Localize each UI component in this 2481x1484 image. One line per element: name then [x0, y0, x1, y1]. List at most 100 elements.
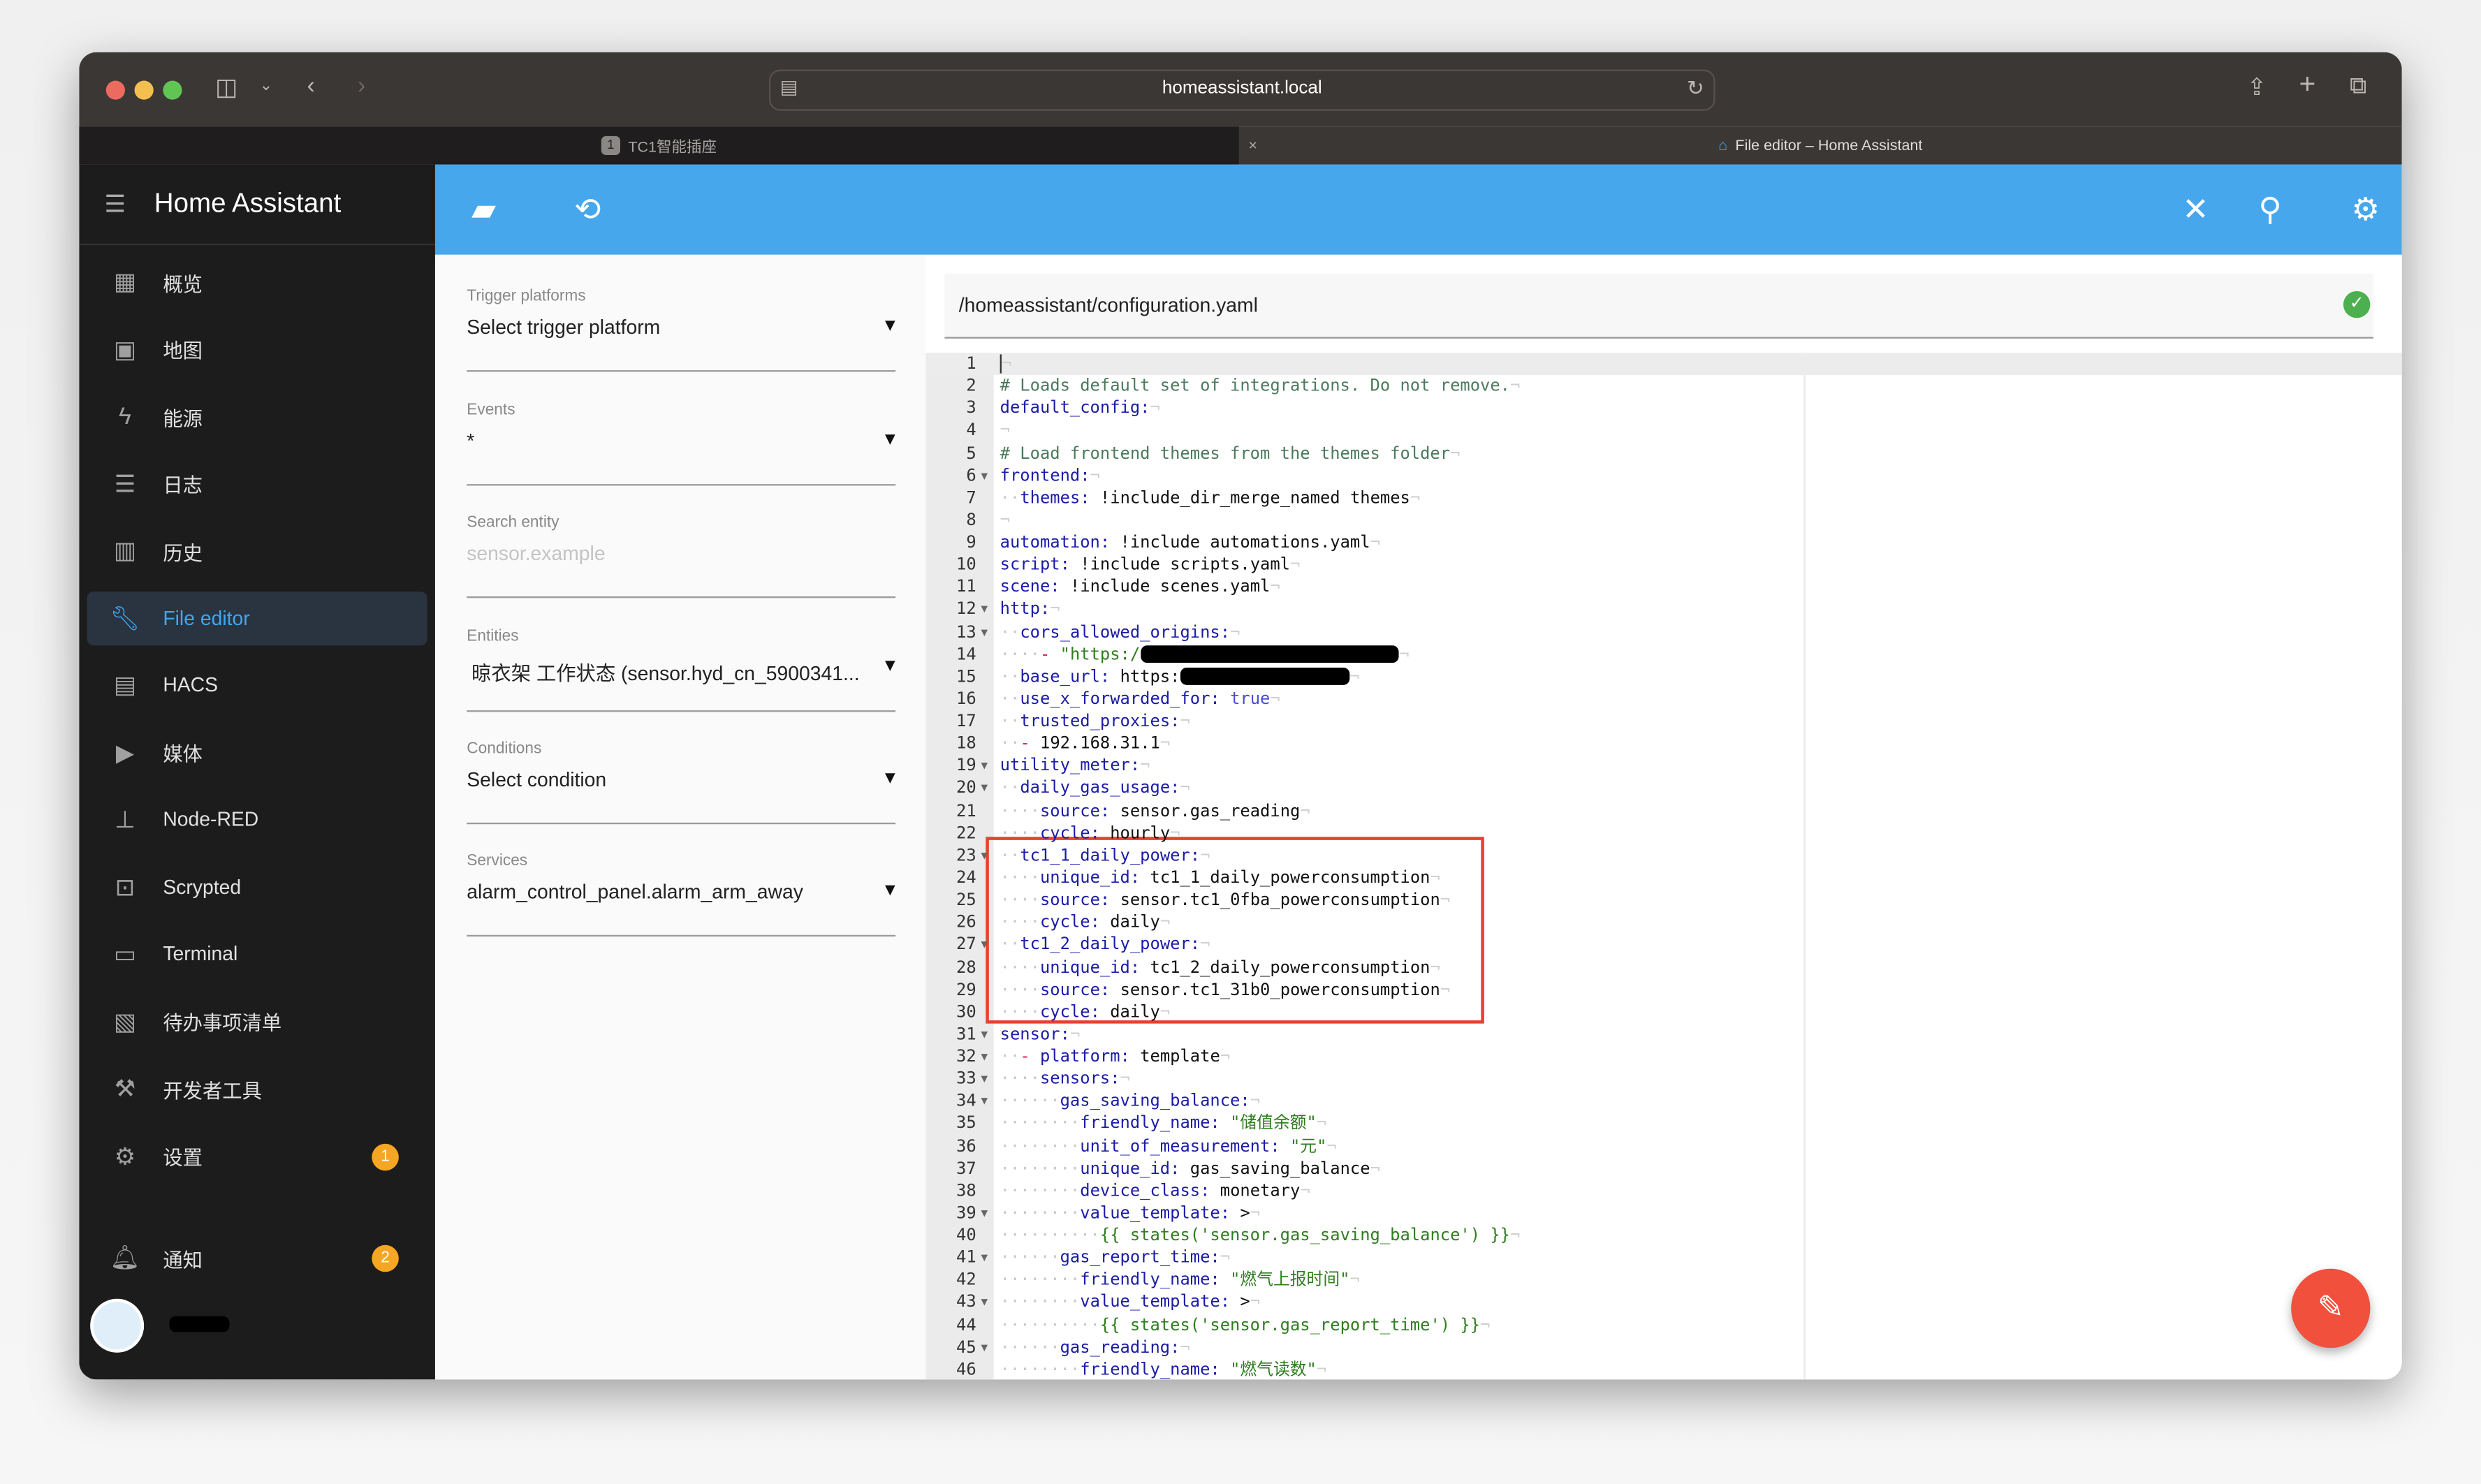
code-line[interactable]: 3 default_config:¬ — [925, 397, 2402, 420]
forward-icon[interactable]: › — [358, 73, 365, 100]
code-line[interactable]: 43 ▼ ········value_template: >¬ — [925, 1292, 2402, 1314]
sidebar-toggle-icon[interactable]: ◫ — [215, 73, 237, 101]
fold-arrow-icon[interactable]: ▼ — [981, 755, 988, 777]
fold-arrow-icon[interactable]: ▼ — [981, 598, 988, 621]
sidebar-item-5[interactable]: 🔧︎ File editor — [87, 591, 427, 645]
code-line[interactable]: 28 ····unique_id: tc1_2_daily_powerconsum… — [925, 956, 2402, 978]
code-line[interactable]: 13 ▼ ··cors_allowed_origins:¬ — [925, 621, 2402, 643]
trigger-platform-select[interactable]: Trigger platforms Select trigger platfor… — [467, 288, 899, 372]
tab-file-editor[interactable]: × ⌂ File editor – Home Assistant — [1239, 126, 2402, 164]
folder-icon[interactable]: ▰ — [471, 190, 496, 230]
edit-fab-button[interactable]: ✎ — [2291, 1268, 2371, 1349]
code-line[interactable]: 11 scene: !include scenes.yaml¬ — [925, 576, 2402, 598]
tab-tc1[interactable]: 1 TC1智能插座 — [79, 126, 1239, 165]
back-icon[interactable]: ‹ — [307, 73, 314, 100]
new-tab-icon[interactable]: + — [2299, 68, 2315, 101]
code-line[interactable]: 21 ····source: sensor.gas_reading¬ — [925, 800, 2402, 822]
code-line[interactable]: 8 ¬ — [925, 509, 2402, 531]
sidebar-item-9[interactable]: ⊡ Scrypted — [87, 860, 427, 913]
fold-arrow-icon[interactable]: ▼ — [981, 1090, 988, 1112]
fold-arrow-icon[interactable]: ▼ — [981, 844, 988, 867]
gear-icon[interactable]: ⚙ — [2351, 190, 2380, 230]
sidebar-item-12[interactable]: ⚒ 开发者工具 — [87, 1061, 427, 1115]
code-line[interactable]: 20 ▼ ··daily_gas_usage:¬ — [925, 777, 2402, 800]
code-line[interactable]: 37 ········unique_id: gas_saving_balance¬ — [925, 1157, 2402, 1180]
fold-arrow-icon[interactable]: ▼ — [981, 464, 988, 487]
entities-select[interactable]: Entities 晾衣架 工作状态 (sensor.hyd_cn_5900341… — [467, 628, 899, 712]
close-icon[interactable]: ✕ — [2182, 190, 2209, 230]
code-line[interactable]: 40 ··········{{ states('sensor.gas_saving… — [925, 1224, 2402, 1247]
code-line[interactable]: 26 ····cycle: daily¬ — [925, 911, 2402, 934]
sidebar-item-7[interactable]: ▶ 媒体 — [87, 726, 427, 779]
fold-arrow-icon[interactable]: ▼ — [981, 621, 988, 643]
code-line[interactable]: 6 ▼ frontend:¬ — [925, 464, 2402, 487]
code-line[interactable]: 42 ········friendly_name: "燃气上报时间"¬ — [925, 1270, 2402, 1292]
maximize-window-button[interactable] — [163, 80, 182, 100]
code-line[interactable]: 32 ▼ ··- platform: template¬ — [925, 1045, 2402, 1068]
code-line[interactable]: 36 ········unit_of_measurement: "元"¬ — [925, 1135, 2402, 1157]
services-select[interactable]: Services alarm_control_panel.alarm_arm_a… — [467, 853, 899, 937]
reload-icon[interactable]: ↻ — [1687, 76, 1704, 101]
search-icon[interactable]: ⚲ — [2258, 190, 2281, 230]
code-line[interactable]: 29 ····source: sensor.tc1_31b0_powerconsu… — [925, 978, 2402, 1001]
code-line[interactable]: 17 ··trusted_proxies:¬ — [925, 710, 2402, 733]
fold-arrow-icon[interactable]: ▼ — [981, 1247, 988, 1269]
sidebar-item-0[interactable]: ▦ 概览 — [87, 255, 427, 309]
fold-arrow-icon[interactable]: ▼ — [981, 1337, 988, 1359]
sidebar-item-11[interactable]: ▧ 待办事项清单 — [87, 994, 427, 1048]
fold-arrow-icon[interactable]: ▼ — [981, 1202, 988, 1224]
code-line[interactable]: 30 ····cycle: daily¬ — [925, 1001, 2402, 1023]
chevron-down-icon[interactable]: ⌄ — [260, 78, 273, 95]
code-line[interactable]: 1 ¬ — [925, 353, 2402, 376]
share-icon[interactable]: ⇪ — [2247, 73, 2267, 101]
code-line[interactable]: 46 ········friendly_name: "燃气读数"¬ — [925, 1359, 2402, 1380]
code-line[interactable]: 35 ········friendly_name: "储值余额"¬ — [925, 1112, 2402, 1135]
code-line[interactable]: 10 script: !include scripts.yaml¬ — [925, 554, 2402, 576]
code-line[interactable]: 44 ··········{{ states('sensor.gas_report… — [925, 1314, 2402, 1337]
sidebar-item-1[interactable]: ▣ 地图 — [87, 322, 427, 376]
sidebar-item-notifications[interactable]: 🔔︎ 通知 2 — [87, 1230, 427, 1284]
close-window-button[interactable] — [105, 80, 125, 100]
code-line[interactable]: 38 ········device_class: monetary¬ — [925, 1180, 2402, 1202]
fold-arrow-icon[interactable]: ▼ — [981, 1045, 988, 1068]
minimize-window-button[interactable] — [134, 80, 154, 100]
code-line[interactable]: 7 ··themes: !include_dir_merge_named them… — [925, 487, 2402, 509]
code-line[interactable]: 25 ····source: sensor.tc1_0fba_powerconsu… — [925, 889, 2402, 911]
conditions-select[interactable]: Conditions Select condition ▼ — [467, 740, 899, 825]
code-line[interactable]: 39 ▼ ········value_template: >¬ — [925, 1202, 2402, 1224]
code-line[interactable]: 24 ····unique_id: tc1_1_daily_powerconsum… — [925, 867, 2402, 889]
close-tab-icon[interactable]: × — [1248, 137, 1257, 154]
code-line[interactable]: 5 # Load frontend themes from the themes … — [925, 442, 2402, 464]
code-line[interactable]: 23 ▼ ··tc1_1_daily_power:¬ — [925, 844, 2402, 867]
fold-arrow-icon[interactable]: ▼ — [981, 934, 988, 956]
sidebar-item-2[interactable]: ϟ 能源 — [87, 389, 427, 443]
search-entity-input[interactable]: Search entity sensor.example — [467, 514, 896, 598]
code-area[interactable]: 1 ¬ 2 # Loads default set of integrations. … — [925, 353, 2402, 1380]
code-line[interactable]: 45 ▼ ······gas_reading:¬ — [925, 1337, 2402, 1359]
sidebar-item-10[interactable]: ▭ Terminal — [87, 927, 427, 980]
code-line[interactable]: 12 ▼ http:¬ — [925, 598, 2402, 621]
code-line[interactable]: 31 ▼ sensor:¬ — [925, 1023, 2402, 1045]
avatar[interactable] — [90, 1298, 145, 1353]
history-icon[interactable]: ⟲ — [574, 190, 601, 230]
sidebar-item-3[interactable]: ☰ 日志 — [87, 457, 427, 510]
sidebar-item-4[interactable]: ▥ 历史 — [87, 524, 427, 578]
code-line[interactable]: 16 ··use_x_forwarded_for: true¬ — [925, 688, 2402, 710]
code-line[interactable]: 22 ····cycle: hourly¬ — [925, 822, 2402, 844]
code-line[interactable]: 19 ▼ utility_meter:¬ — [925, 755, 2402, 777]
code-line[interactable]: 33 ▼ ····sensors:¬ — [925, 1068, 2402, 1090]
tab-overview-icon[interactable]: ⧉ — [2350, 73, 2366, 100]
fold-arrow-icon[interactable]: ▼ — [981, 1292, 988, 1314]
code-line[interactable]: 41 ▼ ······gas_report_time:¬ — [925, 1247, 2402, 1269]
code-line[interactable]: 18 ··- 192.168.31.1¬ — [925, 733, 2402, 755]
events-select[interactable]: Events * ▼ — [467, 402, 899, 486]
address-bar[interactable]: ▤ homeassistant.local ↻ — [768, 69, 1715, 111]
code-line[interactable]: 15 ··base_url: https: ¬ — [925, 666, 2402, 688]
fold-arrow-icon[interactable]: ▼ — [981, 777, 988, 800]
code-line[interactable]: 9 automation: !include automations.yaml¬ — [925, 531, 2402, 554]
sidebar-item-6[interactable]: ▤ HACS — [87, 658, 427, 712]
code-line[interactable]: 2 # Loads default set of integrations. Do… — [925, 375, 2402, 397]
sidebar-item-8[interactable]: ⊥ Node-RED — [87, 793, 427, 846]
code-line[interactable]: 27 ▼ ··tc1_2_daily_power:¬ — [925, 934, 2402, 956]
code-line[interactable]: 34 ▼ ······gas_saving_balance:¬ — [925, 1090, 2402, 1112]
